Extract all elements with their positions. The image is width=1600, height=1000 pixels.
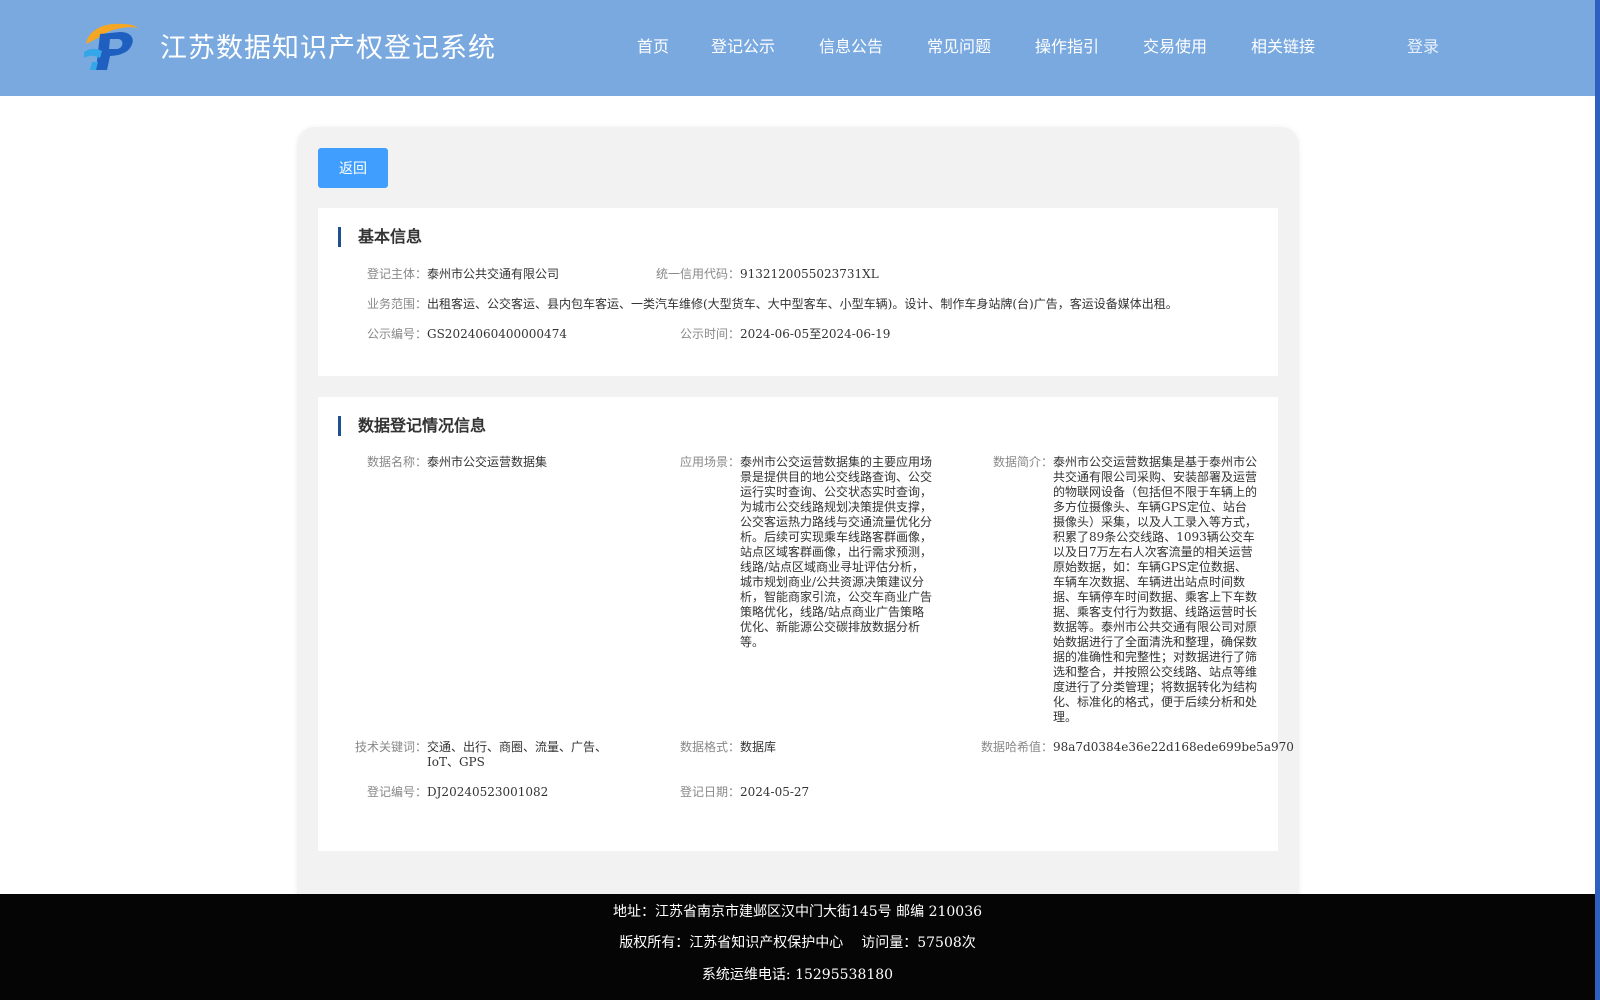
site-title: 江苏数据知识产权登记系统 <box>160 33 496 64</box>
field-value: 2024-06-05至2024-06-19 <box>740 327 891 341</box>
field-label: 数据哈希值： <box>980 740 1053 754</box>
site-header: 江苏数据知识产权登记系统 首页 登记公示 信息公告 常见问题 操作指引 交易使用… <box>0 0 1595 96</box>
nav-item-home[interactable]: 首页 <box>637 36 669 58</box>
footer-copyright: 版权所有：江苏省知识产权保护中心 <box>619 935 844 951</box>
field-value: 2024-05-27 <box>740 785 810 799</box>
field-value: 98a7d0384e36e22d168ede699be5a970 <box>1053 740 1294 754</box>
field-value: 泰州市公共交通有限公司 <box>427 267 560 281</box>
field-label: 数据简介： <box>992 455 1053 469</box>
field-value: 出租客运、公交客运、县内包车客运、一类汽车维修(大型货车、大中型客车、小型车辆)… <box>427 297 1178 311</box>
field-label: 技术关键词： <box>354 740 427 754</box>
field-value: 交通、出行、商圈、流量、广告、IoT、GPS <box>427 740 608 769</box>
footer-address: 地址：江苏省南京市建邺区汉中门大街145号 邮编 210036 <box>612 904 983 920</box>
field-credit-code: 统一信用代码： 9132120055023731XL <box>656 267 879 282</box>
field-label: 公示编号： <box>366 327 427 341</box>
field-notice-time: 公示时间： 2024-06-05至2024-06-19 <box>680 327 891 342</box>
field-tech-keywords: 技术关键词： 交通、出行、商圈、流量、广告、IoT、GPS <box>355 740 608 770</box>
footer-copyright-line: 版权所有：江苏省知识产权保护中心 访问量：57508次 <box>0 934 1595 952</box>
field-application-scene: 应用场景： 泰州市公交运营数据集的主要应用场景是提供目的地公交线路查询、公交运行… <box>680 455 936 650</box>
window-edge <box>1595 0 1600 1000</box>
field-label: 业务范围： <box>366 297 427 311</box>
field-value: 9132120055023731XL <box>740 267 879 281</box>
nav-item-related-links[interactable]: 相关链接 <box>1251 36 1315 58</box>
field-label: 登记主体： <box>366 267 427 281</box>
field-value: 泰州市公交运营数据集是基于泰州市公共交通有限公司采购、安装部署及运营的物联网设备… <box>1053 455 1258 724</box>
field-subject: 登记主体： 泰州市公共交通有限公司 <box>367 267 560 282</box>
field-data-name: 数据名称： 泰州市公交运营数据集 <box>367 455 647 470</box>
field-value: DJ20240523001082 <box>427 785 549 799</box>
registration-info-panel: 数据登记情况信息 数据名称： 泰州市公交运营数据集 应用场景： 泰州市公交运营数… <box>318 397 1294 851</box>
field-value: 数据库 <box>740 740 777 754</box>
basic-info-panel: 基本信息 登记主体： 泰州市公共交通有限公司 统一信用代码： 913212005… <box>318 208 1278 376</box>
field-value: GS2024060400000474 <box>427 327 567 341</box>
field-label: 应用场景： <box>679 455 740 469</box>
field-label: 数据名称： <box>366 455 427 469</box>
field-data-format: 数据格式： 数据库 <box>680 740 777 755</box>
field-label: 登记编号： <box>366 785 427 799</box>
login-link[interactable]: 登录 <box>1407 36 1439 58</box>
field-label: 统一信用代码： <box>655 267 740 281</box>
nav-item-trade-use[interactable]: 交易使用 <box>1143 36 1207 58</box>
field-notice-number: 公示编号： GS2024060400000474 <box>367 327 567 342</box>
field-label: 登记日期： <box>679 785 740 799</box>
field-business-scope: 业务范围： 出租客运、公交客运、县内包车客运、一类汽车维修(大型货车、大中型客车… <box>367 297 1178 312</box>
field-value: 泰州市公交运营数据集 <box>427 455 548 469</box>
back-button[interactable]: 返回 <box>318 148 388 188</box>
field-data-intro: 数据简介： 泰州市公交运营数据集是基于泰州市公共交通有限公司采购、安装部署及运营… <box>993 455 1258 725</box>
field-label: 公示时间： <box>679 327 740 341</box>
footer-visits: 访问量：57508次 <box>861 935 976 951</box>
section-title-basic: 基本信息 <box>338 227 422 247</box>
nav-item-info-announcement[interactable]: 信息公告 <box>819 36 883 58</box>
nav-item-registration-notice[interactable]: 登记公示 <box>711 36 775 58</box>
field-registration-number: 登记编号： DJ20240523001082 <box>367 785 549 800</box>
field-data-hash: 数据哈希值： 98a7d0384e36e22d168ede699be5a970 <box>981 740 1294 755</box>
section-title-registration: 数据登记情况信息 <box>338 416 486 436</box>
nav-item-faq[interactable]: 常见问题 <box>927 36 991 58</box>
site-footer: 地址：江苏省南京市建邺区汉中门大街145号 邮编 210036 版权所有：江苏省… <box>0 894 1595 1000</box>
field-registration-date: 登记日期： 2024-05-27 <box>680 785 810 800</box>
jiangsu-ip-logo-icon[interactable] <box>80 18 142 72</box>
field-value: 泰州市公交运营数据集的主要应用场景是提供目的地公交线路查询、公交运行实时查询、公… <box>740 455 933 649</box>
nav-item-guide[interactable]: 操作指引 <box>1035 36 1099 58</box>
field-label: 数据格式： <box>679 740 740 754</box>
footer-phone: 系统运维电话: 15295538180 <box>701 967 894 983</box>
